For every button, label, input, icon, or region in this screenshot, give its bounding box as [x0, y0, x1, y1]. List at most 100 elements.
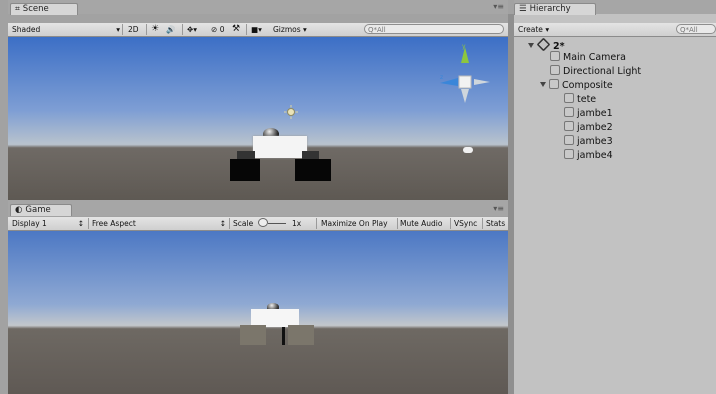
tools-icon[interactable]: ⚒	[232, 24, 240, 35]
composite-object	[222, 127, 331, 185]
tab-scene[interactable]: ⌗ Scene	[10, 3, 78, 15]
divider	[246, 24, 247, 35]
create-label: Create	[518, 25, 543, 34]
scene-tab-label: Scene	[22, 4, 49, 14]
orientation-gizmo-icon[interactable]: y z	[438, 41, 492, 105]
divider	[316, 218, 317, 229]
slider-track	[267, 223, 286, 224]
maximize-on-play-toggle[interactable]: Maximize On Play	[321, 218, 388, 229]
unity-scene-icon	[536, 37, 551, 52]
display-label: Display 1	[12, 219, 47, 228]
shading-dropdown[interactable]: Shaded ▾	[12, 24, 120, 35]
search-placeholder: Q*All	[680, 26, 698, 34]
gameobject-icon	[550, 65, 560, 75]
divider	[146, 24, 147, 35]
lighting-toggle-icon[interactable]: ☀	[151, 24, 159, 35]
game-tabstrip: ◐ Game ▾≡	[8, 200, 508, 216]
hierarchy-search-input[interactable]: Q*All	[676, 24, 716, 34]
hierarchy-item-composite[interactable]: Composite	[540, 79, 613, 92]
divider	[450, 218, 451, 229]
svg-text:z: z	[440, 74, 443, 81]
tab-game[interactable]: ◐ Game	[10, 204, 72, 216]
chevron-down-icon: ▾	[545, 25, 550, 34]
scene-viewport[interactable]: y z	[8, 37, 508, 200]
game-viewport	[8, 231, 508, 394]
hierarchy-item-jambe2[interactable]: jambe2	[564, 121, 613, 134]
scene-search-input[interactable]: Q*All	[364, 24, 504, 34]
stats-toggle[interactable]: Stats	[486, 218, 505, 229]
game-panel: ◐ Game ▾≡ Display 1 ↕ Free Aspect ↕ Scale…	[8, 200, 508, 394]
gameobject-icon	[550, 51, 560, 61]
item-label: Directional Light	[563, 66, 642, 77]
expand-arrow-icon[interactable]	[528, 43, 534, 48]
hierarchy-item-directional-light[interactable]: Directional Light	[550, 65, 641, 78]
hidden-count: 0	[219, 25, 225, 34]
hierarchy-item-jambe4[interactable]: jambe4	[564, 149, 613, 162]
aspect-dropdown[interactable]: Free Aspect ↕	[92, 218, 228, 229]
hierarchy-item-main-camera[interactable]: Main Camera	[550, 51, 626, 64]
divider	[229, 218, 230, 229]
camera-gizmo-icon	[463, 147, 473, 153]
jambe-cube	[282, 327, 285, 345]
scene-root-item[interactable]: 2*	[528, 37, 565, 52]
chevron-updown-icon: ↕	[77, 219, 84, 228]
camera-settings-icon[interactable]: ■▾	[251, 24, 262, 35]
scale-slider[interactable]: Scale 1x	[233, 218, 301, 229]
panel-menu-icon[interactable]: ▾≡	[493, 204, 504, 213]
divider	[122, 24, 123, 35]
gizmos-dropdown[interactable]: Gizmos ▾	[273, 24, 307, 35]
expand-arrow-icon[interactable]	[540, 82, 546, 87]
list-icon: ☰	[519, 4, 527, 14]
gameobject-icon	[564, 135, 574, 145]
scale-value: 1x	[291, 219, 302, 228]
game-tab-label: Game	[25, 205, 51, 215]
chevron-down-icon: ▾	[303, 25, 307, 34]
divider	[88, 218, 89, 229]
panel-menu-icon[interactable]: ▾≡	[493, 2, 504, 11]
hierarchy-item-jambe1[interactable]: jambe1	[564, 107, 613, 120]
svg-text:y: y	[462, 43, 466, 50]
jambe-cube	[230, 159, 260, 181]
item-label: jambe2	[577, 122, 613, 133]
slider-knob-icon	[257, 218, 268, 227]
display-dropdown[interactable]: Display 1 ↕	[12, 218, 86, 229]
mode-2d-button[interactable]: 2D	[128, 24, 139, 35]
search-placeholder: Q*All	[368, 26, 386, 34]
shading-label: Shaded	[12, 25, 41, 34]
item-label: jambe3	[577, 136, 613, 147]
scene-tabstrip: ⌗ Scene ▾≡	[8, 0, 508, 15]
mute-audio-toggle[interactable]: Mute Audio	[400, 218, 442, 229]
hierarchy-item-jambe3[interactable]: jambe3	[564, 135, 613, 148]
item-label: Composite	[562, 80, 613, 91]
effects-dropdown-icon[interactable]: ✥▾	[187, 24, 197, 35]
audio-toggle-icon[interactable]: 🔊	[166, 24, 175, 35]
light-gizmo-icon	[284, 105, 298, 119]
create-dropdown[interactable]: Create ▾	[518, 24, 549, 35]
hidden-objects-counter[interactable]: ⊘ 0	[211, 24, 224, 35]
scene-toolbar: Shaded ▾ 2D ☀ 🔊 ✥▾ ⊘ 0 ⚒ ■▾ Gizmos ▾ Q*A…	[8, 23, 508, 37]
gameobject-icon	[549, 79, 559, 89]
vsync-toggle[interactable]: VSync	[454, 218, 477, 229]
jambe-cube	[240, 325, 266, 345]
scale-label: Scale	[233, 219, 254, 228]
hierarchy-tab-label: Hierarchy	[529, 4, 571, 14]
aspect-label: Free Aspect	[92, 219, 136, 228]
divider	[182, 24, 183, 35]
hierarchy-item-tete[interactable]: tete	[564, 93, 596, 106]
item-label: tete	[577, 94, 597, 105]
divider	[482, 218, 483, 229]
jambe-cube	[295, 159, 331, 181]
gameobject-icon	[564, 149, 574, 159]
jambe-cube	[288, 325, 314, 345]
scene-grid-icon: ⌗	[15, 4, 20, 14]
item-label: jambe4	[577, 150, 613, 161]
chevron-down-icon: ▾	[116, 25, 120, 34]
game-toolbar: Display 1 ↕ Free Aspect ↕ Scale 1x Maxim…	[8, 217, 508, 231]
body-cube	[253, 136, 307, 158]
composite-object	[238, 303, 318, 347]
game-controller-icon: ◐	[15, 205, 23, 215]
gizmos-label: Gizmos	[273, 25, 301, 34]
item-label: jambe1	[577, 108, 613, 119]
gameobject-icon	[564, 93, 574, 103]
tab-hierarchy[interactable]: ☰ Hierarchy	[514, 3, 596, 15]
